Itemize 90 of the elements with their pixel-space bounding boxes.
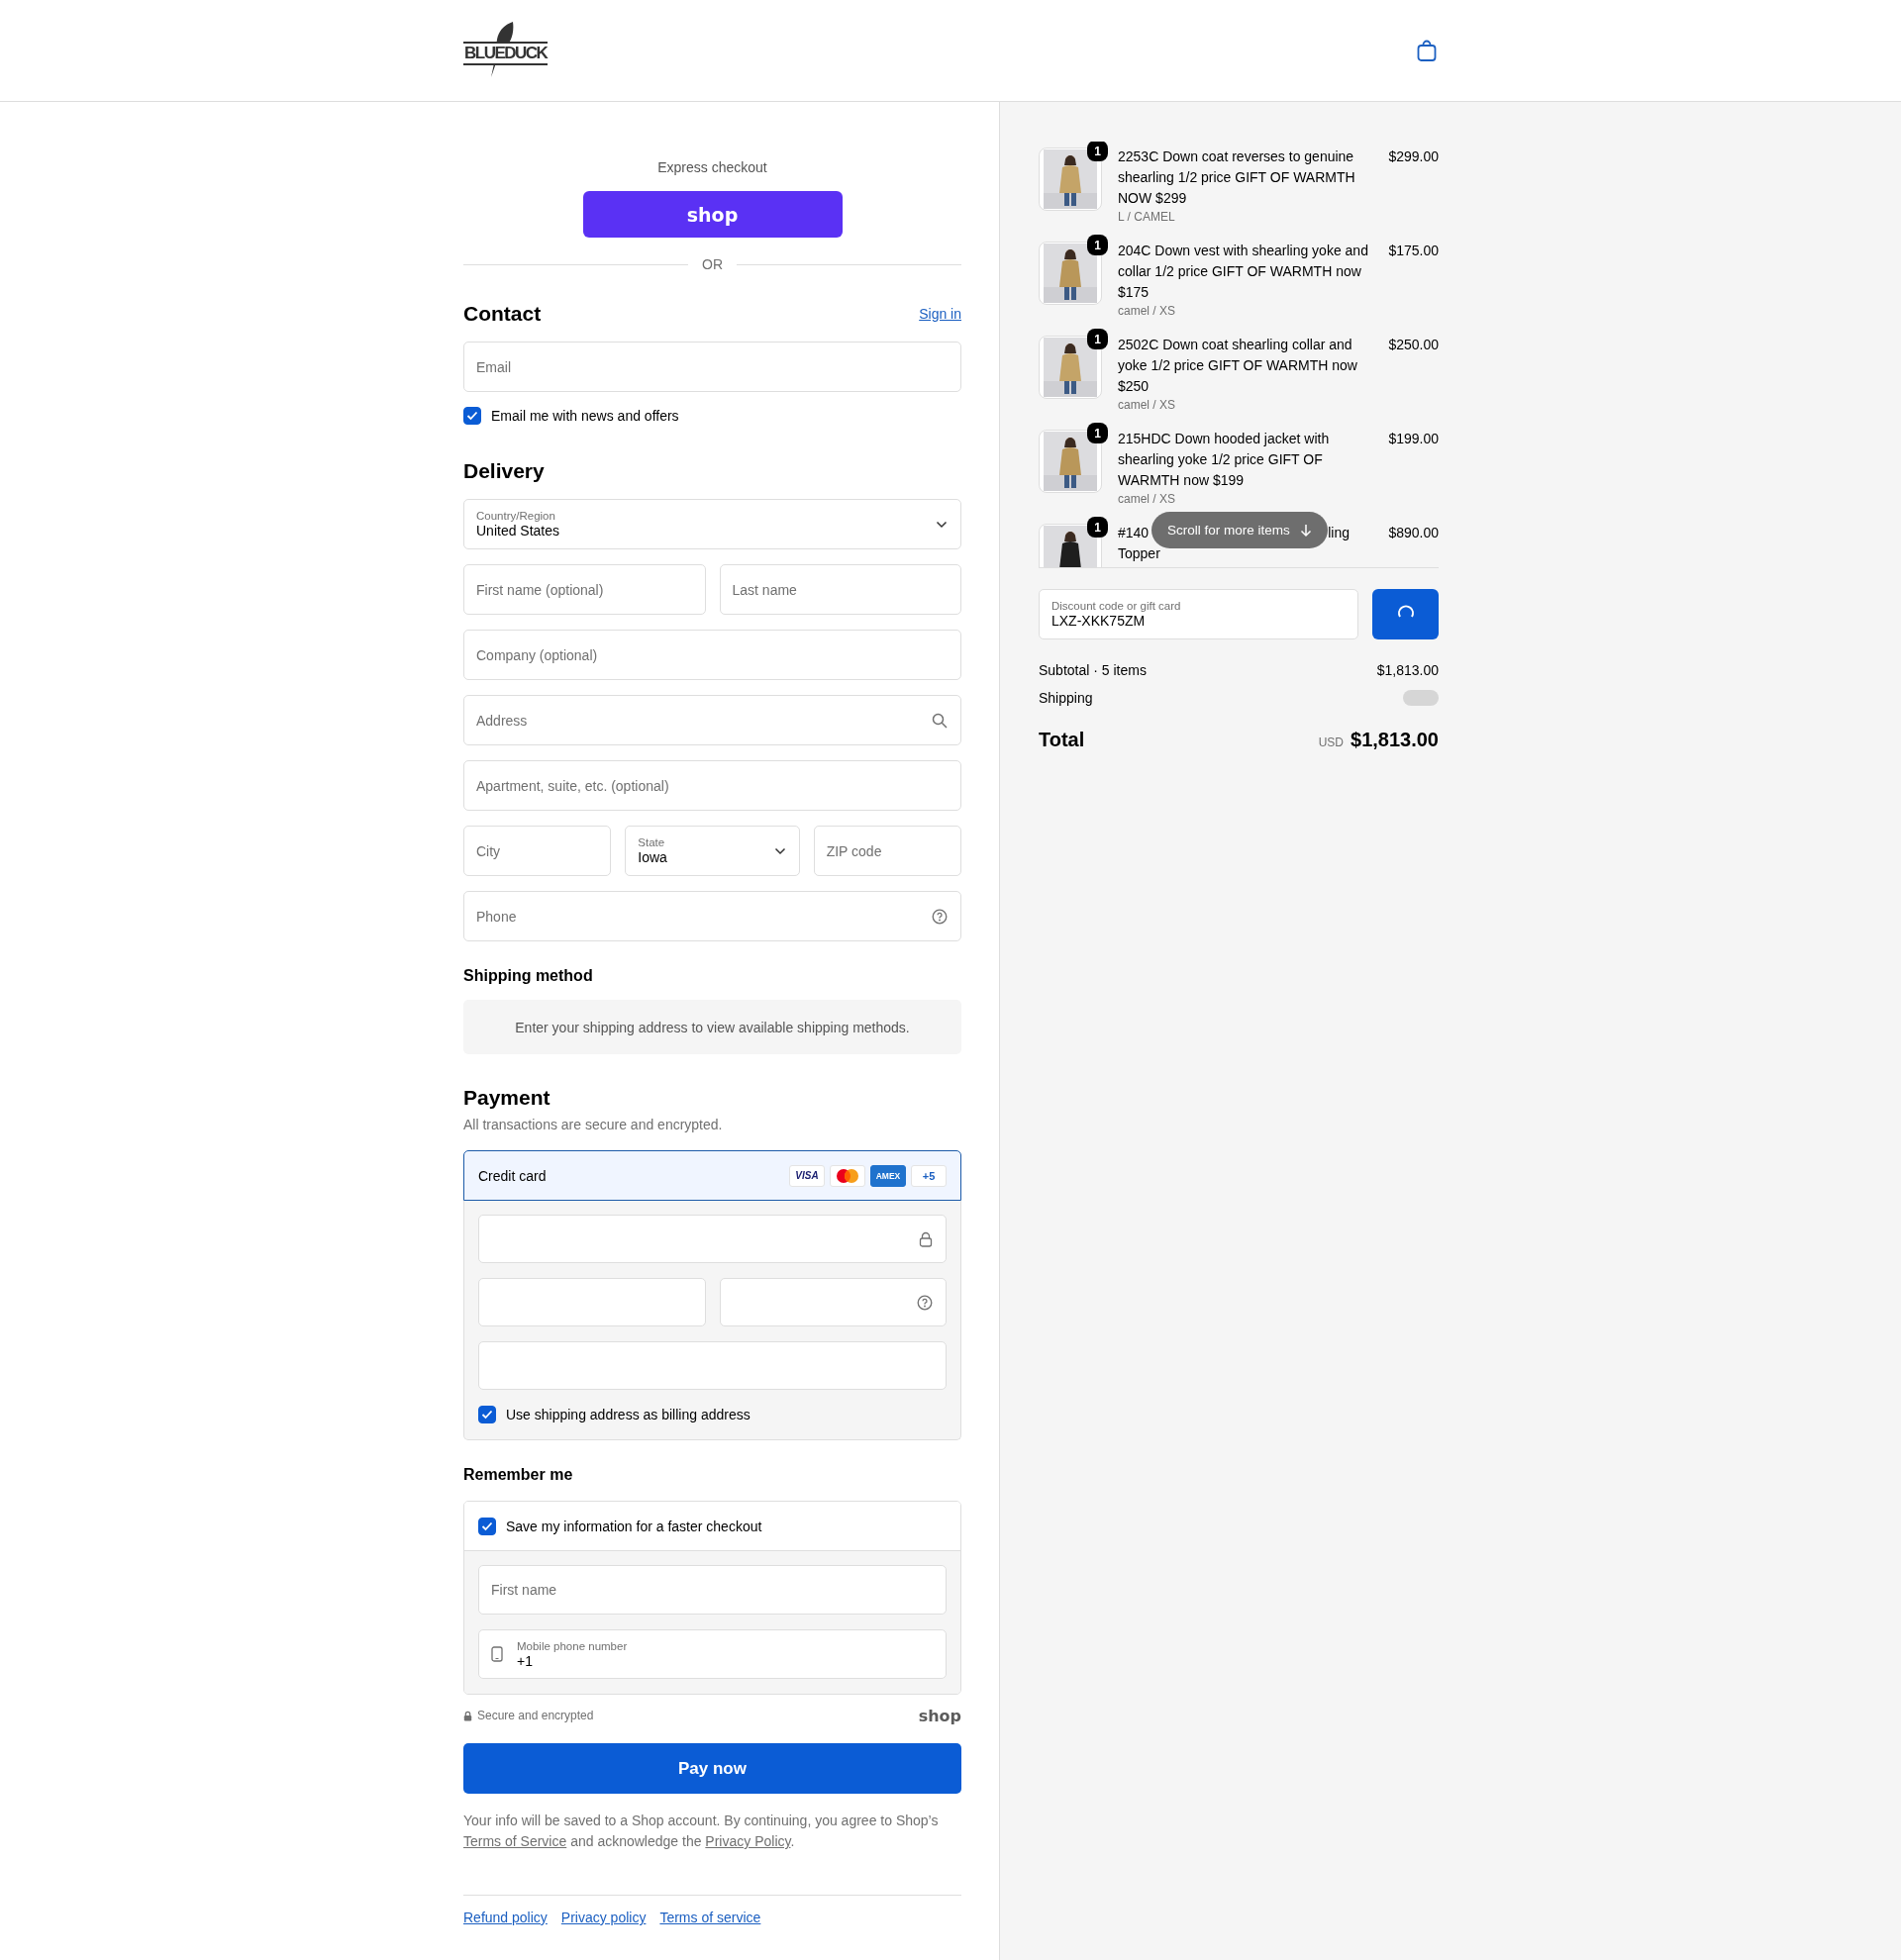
input-field[interactable]: ZIP code [813, 826, 961, 876]
sign-in-link[interactable]: Sign in [919, 306, 961, 322]
shipping-notice: Enter your shipping address to view available shipping methods. [463, 1000, 961, 1054]
input-field[interactable] [478, 1278, 706, 1326]
lock-icon [919, 1230, 933, 1247]
shopping-bag-icon [1416, 39, 1438, 62]
input-field[interactable]: First name (optional) [463, 564, 706, 615]
input-field[interactable]: Address [463, 695, 961, 745]
input-field[interactable]: Company (optional) [463, 630, 961, 680]
product-name: ling [1328, 524, 1350, 542]
apply-button[interactable] [1372, 589, 1439, 639]
input-field[interactable]: First name [478, 1565, 947, 1615]
product-variant: camel / XS [1118, 303, 1177, 319]
more-cards-count: +5 [911, 1164, 947, 1187]
help-icon [932, 908, 948, 925]
pay-now-button[interactable]: Pay now [463, 1743, 961, 1794]
product-name: 2253C Down coat reverses to genuine shearling 1/2 price GIFT OF WARMTH NOW $299 [1118, 147, 1356, 208]
quantity-badge: 1 [1087, 142, 1108, 161]
subtotal-label: Subtotal · 5 items [1039, 662, 1147, 678]
section-heading: Remember me [463, 1466, 574, 1484]
input-field[interactable] [719, 1278, 947, 1326]
footer-link[interactable]: Refund policy [463, 1910, 548, 1925]
input-field[interactable] [478, 1215, 947, 1263]
section-heading: Payment [463, 1085, 551, 1111]
card-logo: VISA [789, 1164, 825, 1187]
card-logo: AMEX [870, 1164, 906, 1187]
phone-icon [491, 1646, 503, 1662]
search-icon [932, 712, 948, 729]
checkbox[interactable] [463, 407, 481, 425]
input-field[interactable]: Discount code or gift card LXZ-XKK75ZM [1039, 589, 1358, 639]
section-subtitle: All transactions are secure and encrypted. [463, 1116, 724, 1134]
footer-link[interactable]: Privacy policy [560, 1910, 647, 1925]
security-note: Secure and encrypted [477, 1709, 594, 1722]
checkbox-label: Save my information for a faster checkout [506, 1518, 762, 1534]
quantity-badge: 1 [1087, 329, 1108, 349]
select-field[interactable]: Country/Region United States [463, 499, 961, 549]
quantity-badge: 1 [1087, 517, 1108, 538]
shipping-label: Shipping [1039, 690, 1093, 706]
help-icon [917, 1294, 933, 1311]
checkbox[interactable] [478, 1517, 496, 1535]
product-variant: L / CAMEL [1118, 209, 1176, 225]
lock-icon [463, 1710, 472, 1721]
checkmark-icon [481, 1410, 493, 1420]
card-logo [830, 1164, 865, 1187]
subtotal-value: $1,813.00 [1376, 662, 1439, 678]
product-price: $299.00 [1388, 147, 1439, 166]
input-field[interactable]: Phone [463, 891, 961, 941]
product-price: $250.00 [1388, 336, 1439, 354]
product-price: $890.00 [1388, 524, 1439, 542]
express-checkout-title: Express checkout [656, 158, 768, 177]
product-name: #140 [1118, 524, 1150, 542]
total-label: Total [1039, 728, 1085, 751]
logo-text: BLUEDUCK [463, 42, 549, 65]
shop-pay-button[interactable]: shop [582, 191, 843, 238]
select-field[interactable]: State Iowa [625, 826, 800, 876]
currency-code: USD [1318, 735, 1344, 749]
divider-text: OR [702, 256, 723, 272]
arrow-down-icon [1299, 523, 1312, 538]
product-price: $199.00 [1388, 430, 1439, 448]
footer-link[interactable]: Terms of service [659, 1910, 761, 1925]
policy-link[interactable]: Terms of Service [463, 1833, 567, 1849]
quantity-badge: 1 [1087, 423, 1108, 443]
product-name: 215HDC Down hooded jacket with shearling yoke 1/2 price GIFT OF WARMTH now $199 [1118, 430, 1331, 490]
payment-option[interactable]: Credit card VISA AMEX +5 [463, 1150, 961, 1201]
checkbox-label: Email me with news and offers [491, 408, 679, 424]
input-field[interactable]: Mobile phone number +1 [478, 1629, 947, 1679]
product-name: 2502C Down coat shearling collar and yoke 1/2 price GIFT OF WARMTH now $250 [1118, 336, 1358, 396]
scroll-hint[interactable]: Scroll for more items [1151, 512, 1328, 548]
product-price: $175.00 [1388, 242, 1439, 260]
checkbox[interactable] [478, 1406, 496, 1423]
quantity-badge: 1 [1087, 235, 1108, 255]
chevron-down-icon [773, 846, 786, 855]
input-field[interactable] [478, 1341, 947, 1390]
input-field[interactable]: Last name [719, 564, 961, 615]
checkmark-icon [481, 1520, 493, 1531]
product-variant: camel / XS [1118, 491, 1177, 507]
legal-text: Your info will be saved to a Shop account. By continuing, you agree to Shop’s Terms of Service and acknowledge the Privacy Policy. [463, 1812, 940, 1851]
checkbox-label: Use shipping address as billing address [506, 1407, 750, 1422]
product-name: 204C Down vest with shearling yoke and collar 1/2 price GIFT OF WARMTH now $175 [1118, 242, 1369, 302]
input-field[interactable]: Email [463, 342, 961, 392]
section-heading: Shipping method [463, 967, 594, 985]
total-value: $1,813.00 [1351, 728, 1439, 751]
product-variant: camel / XS [1118, 397, 1177, 413]
input-field[interactable]: City [463, 826, 612, 876]
section-heading: Contact [463, 301, 542, 327]
section-heading: Delivery [463, 458, 546, 484]
chevron-down-icon [936, 520, 948, 529]
input-field[interactable]: Apartment, suite, etc. (optional) [463, 760, 961, 811]
checkmark-icon [466, 411, 478, 421]
shop-logo: shop [918, 1706, 961, 1725]
